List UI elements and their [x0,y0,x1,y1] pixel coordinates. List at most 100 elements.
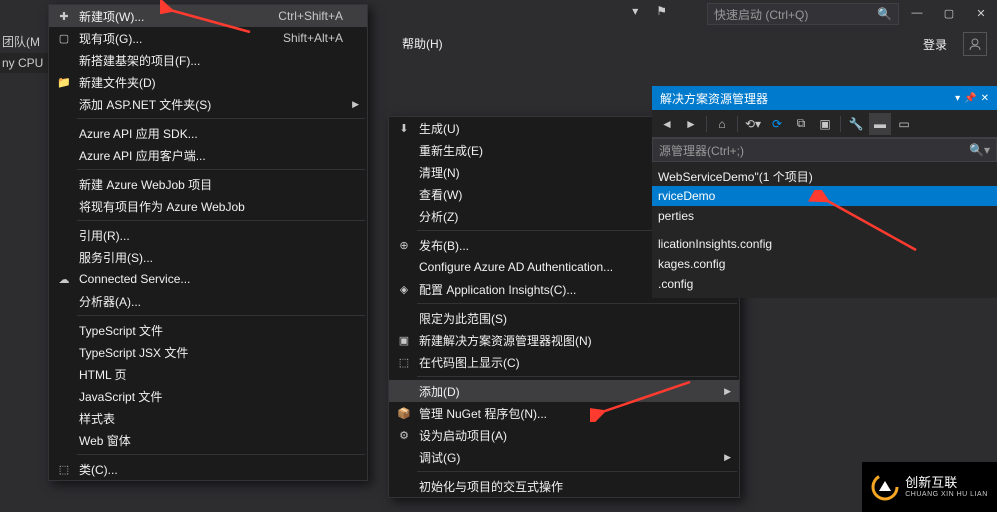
back-button[interactable]: ◄ [656,113,678,135]
menu-item-label: 在代码图上显示(C) [415,354,715,371]
menu-item-shortcut: Ctrl+Shift+A [248,9,343,23]
menu-item-label: Connected Service... [75,272,343,286]
menu-item[interactable]: ▣新建解决方案资源管理器视图(N) [389,329,739,351]
solution-explorer-toolbar: ◄ ► ⌂ ⟲▾ ⟳ ⧉ ▣ 🔧 ▬ ▭ [652,110,997,138]
collapse-icon[interactable]: ▣ [814,113,836,135]
menu-item-shortcut: Shift+Alt+A [253,31,343,45]
blank-icon [393,185,415,203]
menu-item-label: 新建文件夹(D) [75,74,343,91]
close-button[interactable]: ✕ [965,0,997,26]
login-link[interactable]: 登录 [923,36,947,53]
properties-icon[interactable]: 🔧 [845,113,867,135]
new-folder-icon: 📁 [53,73,75,91]
menu-item[interactable]: 调试(G)▶ [389,446,739,468]
blank-icon [53,51,75,69]
pin-icon[interactable]: 📌 [964,93,976,104]
view-icon[interactable]: ▭ [893,113,915,135]
quick-launch-input[interactable]: 快速启动 (Ctrl+Q) 🔍 [707,3,899,25]
menu-item[interactable]: Azure API 应用客户端... [49,144,367,166]
new-item-icon: ✚ [53,7,75,25]
flag-icon[interactable]: ⚑ [656,4,667,18]
quick-launch-placeholder: 快速启动 (Ctrl+Q) [714,6,808,23]
logo-mark-icon [871,473,899,501]
blank-icon [393,448,415,466]
menu-item[interactable]: HTML 页 [49,363,367,385]
menu-item[interactable]: 限定为此范围(S) [389,307,739,329]
solution-explorer-title: 解决方案资源管理器 [660,90,955,107]
menu-item[interactable]: 初始化与项目的交互式操作 [389,475,739,497]
menu-item[interactable]: 分析器(A)... [49,290,367,312]
blank-icon [393,477,415,495]
menu-item[interactable]: ⬚在代码图上显示(C) [389,351,739,373]
menu-item-label: HTML 页 [75,366,343,383]
tree-node[interactable]: kages.config [652,254,997,274]
menu-item-label: TypeScript JSX 文件 [75,344,343,361]
menu-item-label: 限定为此范围(S) [415,310,715,327]
menu-item-label: 将现有项目作为 Azure WebJob [75,198,343,215]
menu-item-label: Azure API 应用 SDK... [75,125,343,142]
blank-icon [393,207,415,225]
left-tab-team[interactable]: 团队(M [0,30,48,53]
blank-icon [53,175,75,193]
tree-node[interactable]: licationInsights.config [652,234,997,254]
tree-node[interactable]: rviceDemo [652,186,997,206]
sync-icon[interactable]: ⟲▾ [742,113,764,135]
search-icon: 🔍▾ [969,143,990,157]
refresh-icon[interactable]: ⟳ [766,113,788,135]
avatar[interactable] [963,32,987,56]
tree-node[interactable]: .config [652,274,997,294]
showall-icon[interactable]: ▬ [869,113,891,135]
menu-item-label: 新建 Azure WebJob 项目 [75,176,343,193]
menu-item[interactable]: 新搭建基架的项目(F)... [49,49,367,71]
blank-icon [53,321,75,339]
menu-item[interactable]: ⬚类(C)... [49,458,367,480]
menu-item[interactable]: TypeScript 文件 [49,319,367,341]
menu-item[interactable]: JavaScript 文件 [49,385,367,407]
nuget-icon: 📦 [393,404,415,422]
maximize-button[interactable]: ▢ [933,0,965,26]
minimize-button[interactable]: — [901,0,933,26]
panel-close-icon[interactable]: ✕ [981,93,989,104]
blank-icon [393,258,415,276]
menu-item-label: 添加(D) [415,383,715,400]
left-tab-cpu[interactable]: ny CPU [0,53,48,73]
funnel-icon[interactable]: ▾ [632,4,638,18]
menu-item[interactable]: 新建 Azure WebJob 项目 [49,173,367,195]
menu-item[interactable]: ☁Connected Service... [49,268,367,290]
menu-item[interactable]: TypeScript JSX 文件 [49,341,367,363]
menu-item-label: Azure API 应用客户端... [75,147,343,164]
menu-item[interactable]: ✚新建项(W)...Ctrl+Shift+A [49,5,367,27]
menu-item[interactable]: ⚙设为启动项目(A) [389,424,739,446]
publish-icon: ⊕ [393,236,415,254]
menu-item[interactable]: 📁新建文件夹(D) [49,71,367,93]
menu-item[interactable]: Azure API 应用 SDK... [49,122,367,144]
panel-menu-icon[interactable]: ▾ [955,93,960,104]
menu-item-label: Web 窗体 [75,432,343,449]
copy-icon[interactable]: ⧉ [790,113,812,135]
menu-item[interactable]: 服务引用(S)... [49,246,367,268]
menu-item[interactable]: 添加 ASP.NET 文件夹(S)▶ [49,93,367,115]
menu-item[interactable]: 引用(R)... [49,224,367,246]
menu-item[interactable]: 📦管理 NuGet 程序包(N)... [389,402,739,424]
menu-item[interactable]: 添加(D) ▶ [389,380,739,402]
menu-item[interactable]: Web 窗体 [49,429,367,451]
blank-icon [53,292,75,310]
chevron-right-icon: ▶ [724,386,731,397]
menu-item[interactable]: 将现有项目作为 Azure WebJob [49,195,367,217]
title-filter-area: ▾ ⚑ [632,4,667,18]
tree-node[interactable]: perties [652,206,997,226]
menu-item[interactable]: 样式表 [49,407,367,429]
blank-icon [53,226,75,244]
menu-item-label: 管理 NuGet 程序包(N)... [415,405,715,422]
menu-item[interactable]: ▢现有项(G)...Shift+Alt+A [49,27,367,49]
blank-icon [53,431,75,449]
menu-item-label: 服务引用(S)... [75,249,343,266]
home-icon[interactable]: ⌂ [711,113,733,135]
menu-item-label: 设为启动项目(A) [415,427,715,444]
solution-search-input[interactable]: 源管理器(Ctrl+;) 🔍▾ [652,138,997,162]
tree-node[interactable] [652,226,997,234]
tree-node[interactable]: WebServiceDemo"(1 个项目) [652,166,997,186]
forward-button[interactable]: ► [680,113,702,135]
blank-icon [393,309,415,327]
menu-help[interactable]: 帮助(H) [394,33,451,54]
